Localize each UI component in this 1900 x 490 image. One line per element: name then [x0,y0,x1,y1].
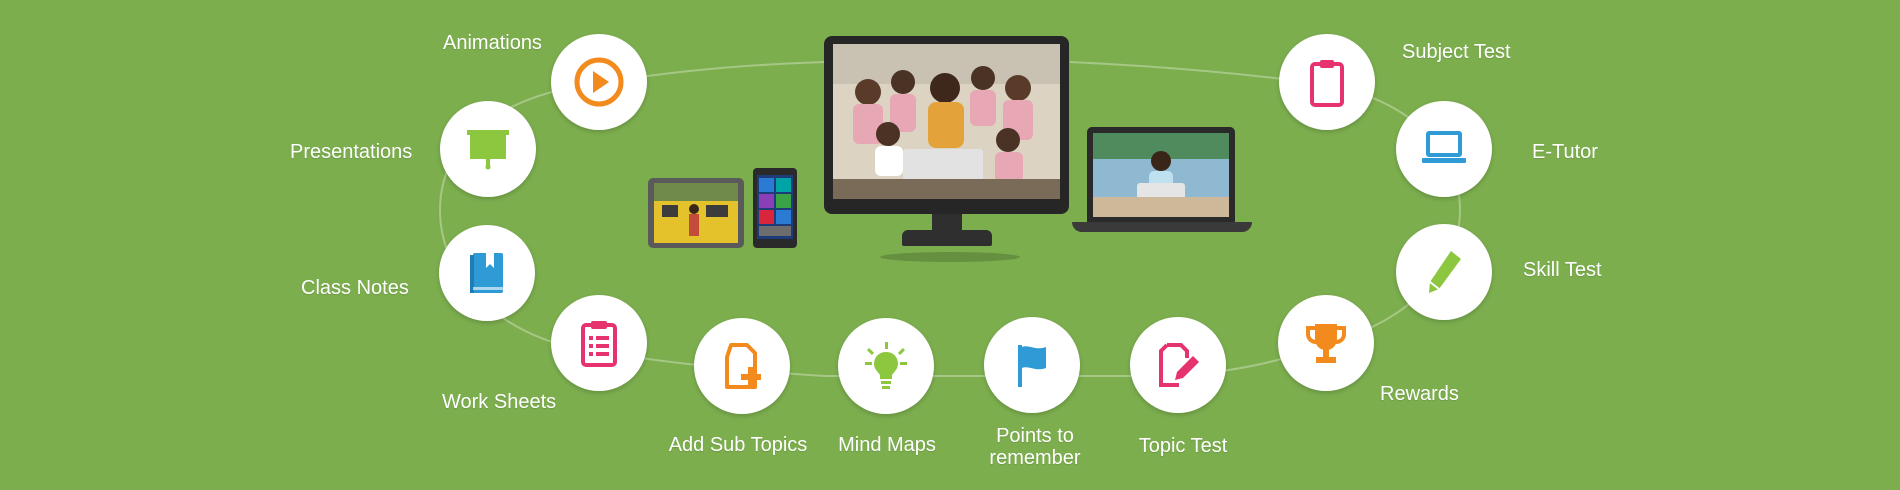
tablet-image [648,178,744,248]
add-sub-topics-button[interactable] [694,318,790,414]
lightbulb-icon [865,342,907,389]
subject-test-label: Subject Test [1402,41,1511,63]
document-plus-icon [725,343,761,389]
boy-at-desk-photo-icon [1093,133,1229,217]
points-to-remember-label-line1: Points to [996,425,1074,447]
monitor-base [902,230,992,246]
laptop-image [1087,127,1235,222]
points-to-remember-label: Points to remember [989,425,1081,469]
clipboard-icon [1310,60,1344,107]
points-to-remember-button[interactable] [984,317,1080,413]
class-notes-button[interactable] [439,225,535,321]
subject-test-button[interactable] [1279,34,1375,130]
projector-screen-icon [467,130,509,170]
topic-test-label: Topic Test [1138,435,1228,457]
e-tutor-button[interactable] [1396,101,1492,197]
students-photo-icon [833,44,1060,199]
skill-test-button[interactable] [1396,224,1492,320]
animations-label: Animations [443,32,542,54]
add-sub-topics-label: Add Sub Topics [668,434,808,456]
work-sheets-button[interactable] [551,295,647,391]
flag-icon [1018,345,1046,387]
rewards-label: Rewards [1380,383,1459,405]
trophy-icon [1306,324,1346,363]
phone-tiles-icon [757,175,793,239]
animations-button[interactable] [551,34,647,130]
pencil-icon [1429,251,1461,293]
topic-test-button[interactable] [1130,317,1226,413]
play-icon [574,57,624,107]
e-tutor-label: E-Tutor [1532,141,1598,163]
mind-maps-button[interactable] [838,318,934,414]
presentations-button[interactable] [440,101,536,197]
presentations-label: Presentations [290,141,413,163]
class-notes-label: Class Notes [301,277,409,299]
notebook-icon [470,253,503,293]
feature-ring-banner: Animations Presentations Class Notes Wor… [0,0,1900,490]
rewards-button[interactable] [1278,295,1374,391]
laptop-base [1072,222,1252,232]
classroom-photo [833,44,1060,199]
school-bus-photo-icon [654,183,738,243]
edit-document-icon [1159,343,1199,387]
phone-image [753,168,797,248]
clipboard-list-icon [581,321,617,367]
monitor-image [824,36,1069,214]
work-sheets-label: Work Sheets [442,391,557,413]
mind-maps-label: Mind Maps [838,434,936,456]
laptop-icon [1422,131,1466,163]
points-to-remember-label-line2: remember [989,446,1081,469]
skill-test-label: Skill Test [1523,259,1602,281]
